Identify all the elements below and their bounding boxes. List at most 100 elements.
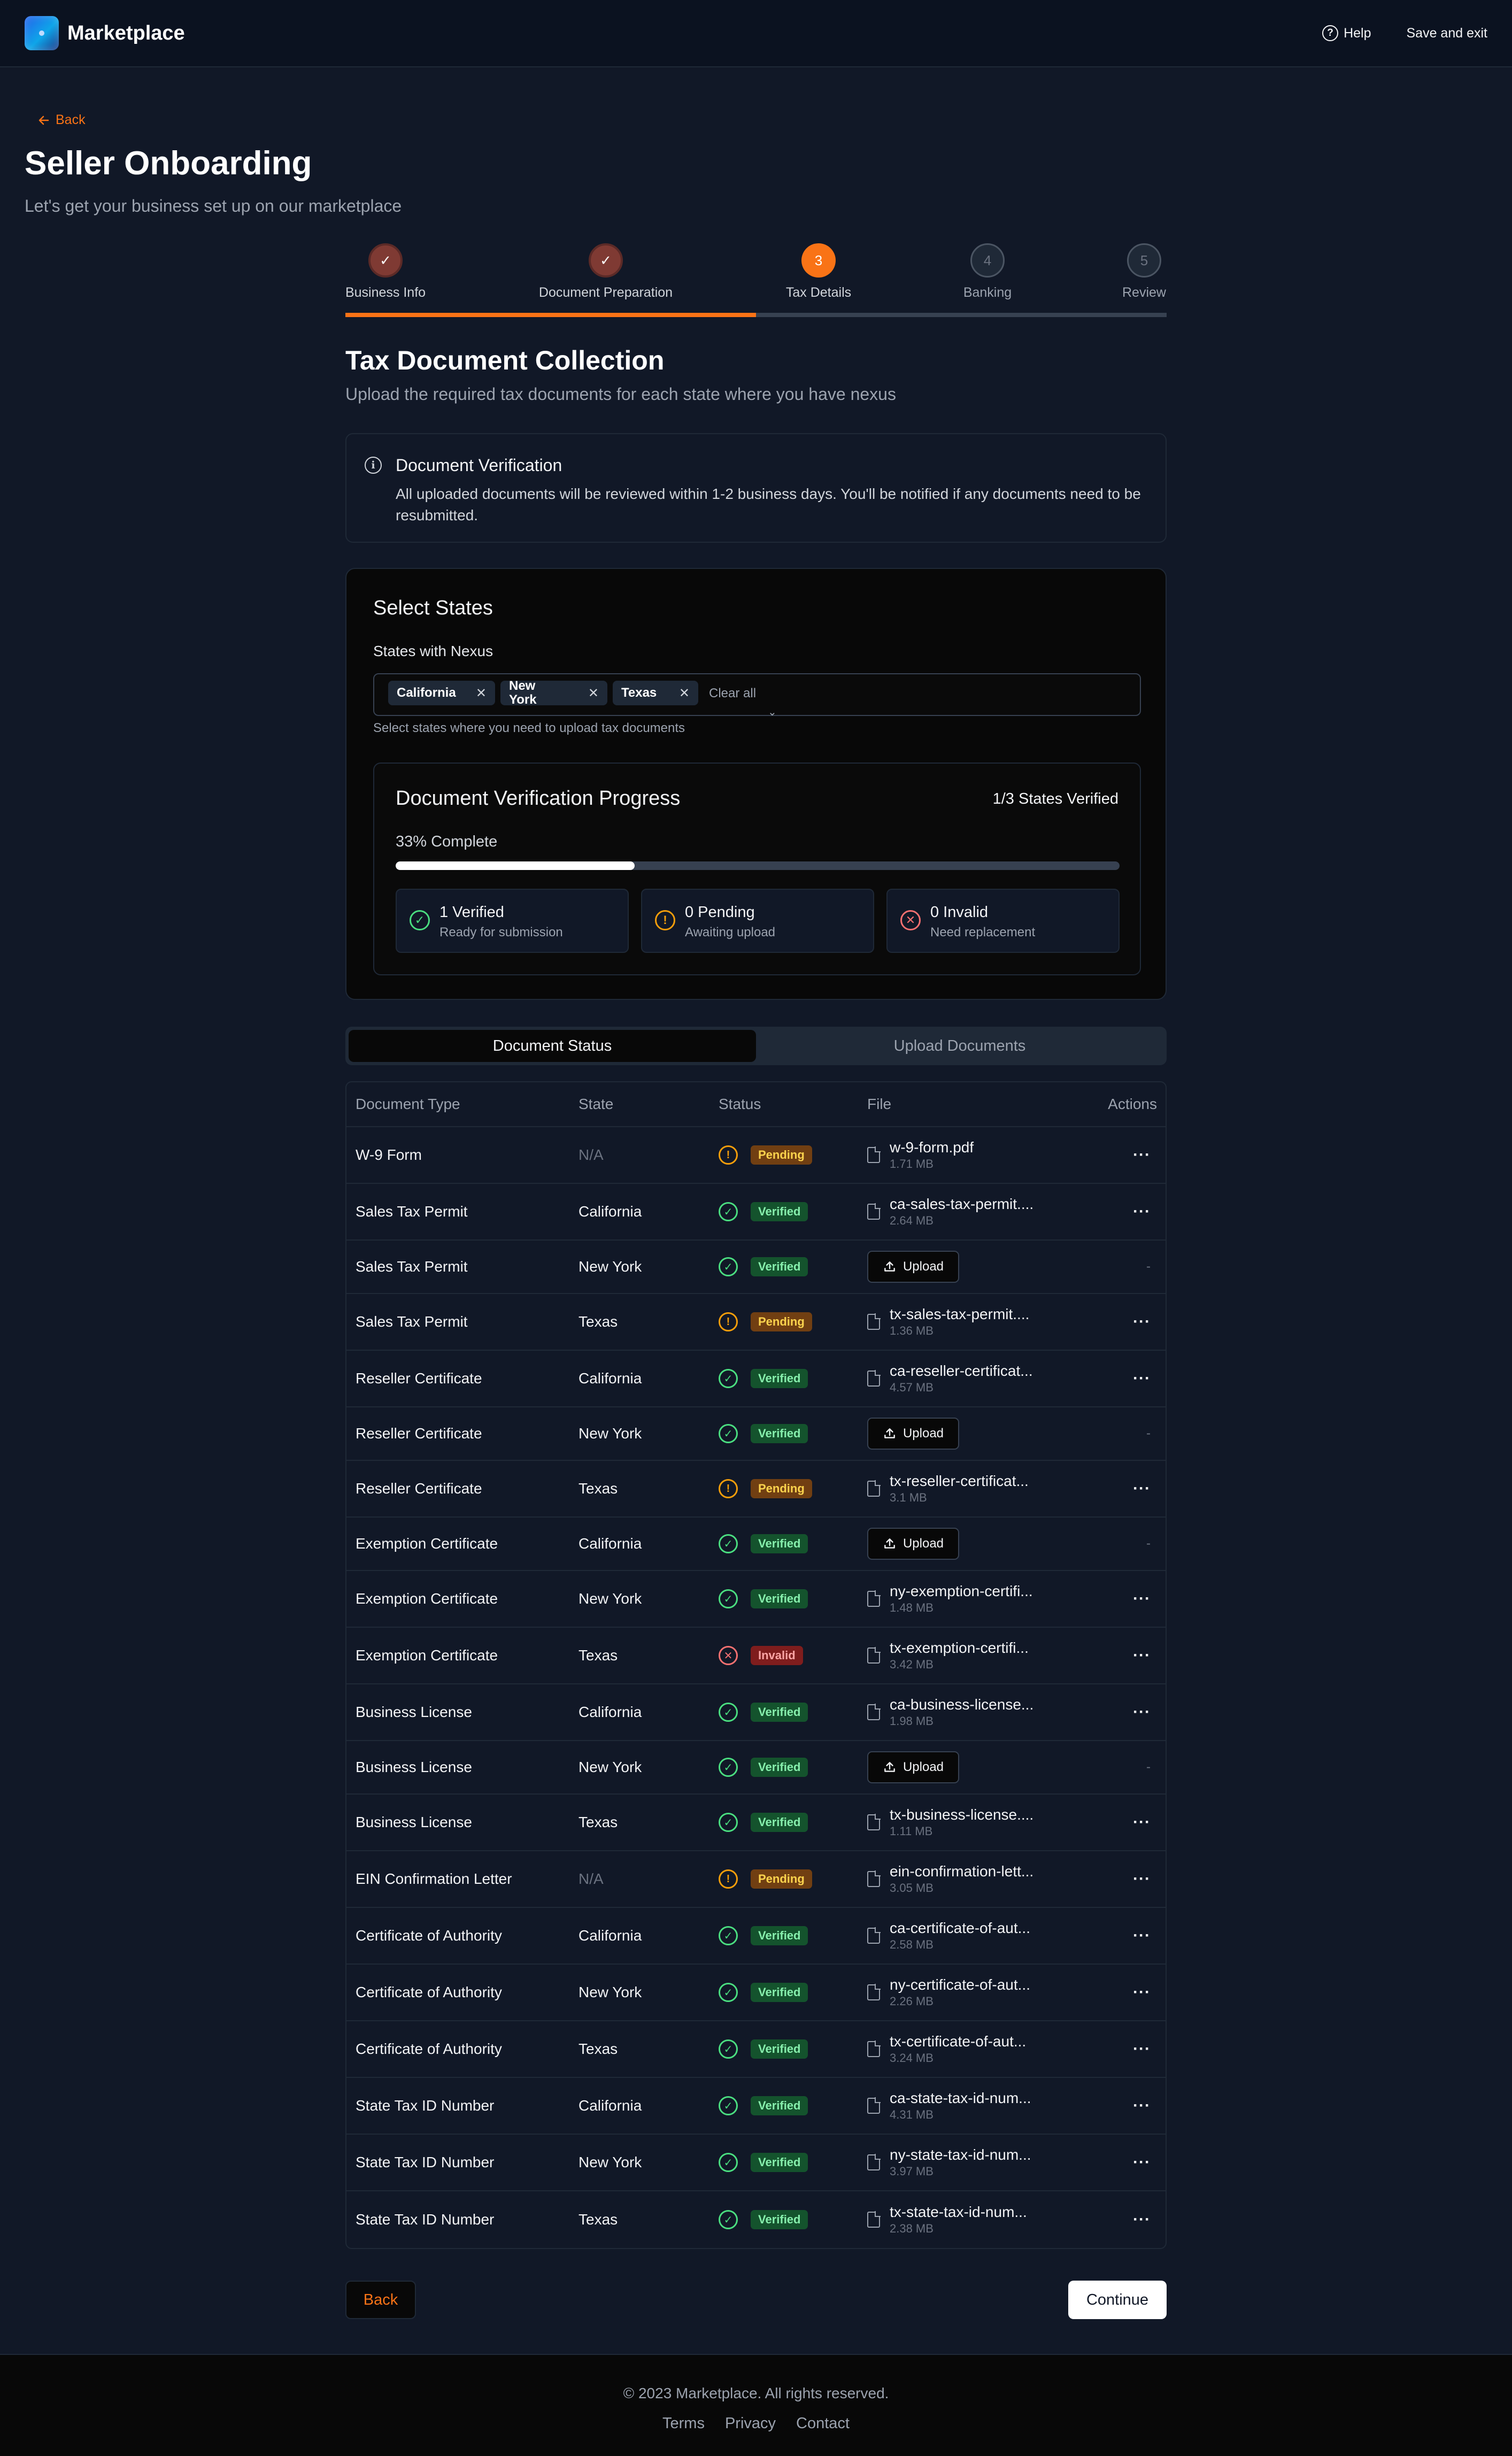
- more-actions-icon[interactable]: ···: [1133, 1927, 1151, 1945]
- check-circle-icon: ✓: [719, 1257, 738, 1276]
- state-cell: New York: [578, 1258, 642, 1275]
- state-chip[interactable]: New York ✕: [500, 679, 607, 707]
- check-circle-icon: ✓: [719, 1983, 738, 2002]
- logo-icon: [25, 16, 59, 50]
- document-type-cell: Sales Tax Permit: [356, 1258, 468, 1275]
- more-actions-icon[interactable]: ···: [1133, 1813, 1151, 1831]
- file-cell: ca-reseller-certificat... 4.57 MB: [867, 1362, 1033, 1395]
- step-business-info[interactable]: ✓ Business Info: [289, 243, 482, 301]
- states-field-label: States with Nexus: [373, 643, 493, 659]
- check-circle-icon: ✓: [719, 2210, 738, 2229]
- file-name[interactable]: ca-reseller-certificat...: [890, 1362, 1033, 1380]
- status-cell: ✓ Verified: [719, 1703, 808, 1722]
- step-label: Tax Details: [785, 285, 852, 300]
- document-type-cell: Certificate of Authority: [356, 2041, 502, 2057]
- file-name[interactable]: ca-certificate-of-aut...: [890, 1920, 1030, 1937]
- more-actions-icon[interactable]: ···: [1133, 1703, 1151, 1721]
- tab-document-status[interactable]: Document Status: [349, 1030, 756, 1062]
- file-name[interactable]: tx-business-license....: [890, 1806, 1033, 1823]
- file-name[interactable]: tx-certificate-of-aut...: [890, 2033, 1026, 2050]
- upload-label: Upload: [902, 1426, 944, 1441]
- document-type-cell: Reseller Certificate: [356, 1425, 482, 1442]
- onboarding-stepper: ✓ Business Info ✓ Document Preparation 3…: [345, 243, 1167, 318]
- document-type-cell: State Tax ID Number: [356, 2211, 495, 2228]
- chevron-down-icon[interactable]: ⌄: [768, 705, 777, 719]
- upload-button[interactable]: Upload: [867, 1751, 959, 1783]
- step-tax-details[interactable]: 3 Tax Details: [722, 243, 915, 301]
- help-button[interactable]: ? Help: [1322, 25, 1371, 41]
- document-tabs: Document Status Upload Documents: [345, 1027, 1167, 1065]
- documents-table: Document Type State Status File Actions …: [345, 1081, 1167, 2249]
- remove-chip-icon[interactable]: ✕: [476, 686, 487, 701]
- table-row: Sales Tax Permit New York ✓ Verified Upload -: [346, 1241, 1166, 1294]
- status-badge: Verified: [751, 1758, 808, 1777]
- save-and-exit-button[interactable]: Save and exit: [1407, 26, 1488, 41]
- remove-chip-icon[interactable]: ✕: [679, 686, 690, 701]
- state-cell: California: [578, 1203, 642, 1220]
- clear-all-button[interactable]: Clear all: [709, 686, 756, 701]
- more-actions-icon[interactable]: ···: [1133, 1646, 1151, 1665]
- file-icon: [867, 2097, 881, 2114]
- more-actions-icon[interactable]: ···: [1133, 1146, 1151, 1164]
- more-actions-icon[interactable]: ···: [1133, 2153, 1151, 2172]
- file-icon: [867, 1870, 881, 1887]
- file-name[interactable]: ca-sales-tax-permit....: [890, 1196, 1033, 1213]
- state-chip[interactable]: Texas ✕: [613, 681, 698, 705]
- step-review[interactable]: 5 Review: [1048, 243, 1240, 301]
- back-link[interactable]: Back: [37, 112, 86, 128]
- more-actions-icon[interactable]: ···: [1133, 2040, 1151, 2058]
- file-name[interactable]: tx-state-tax-id-num...: [890, 2204, 1027, 2221]
- upload-button[interactable]: Upload: [867, 1528, 959, 1560]
- file-name[interactable]: tx-exemption-certifi...: [890, 1639, 1029, 1657]
- file-name[interactable]: ny-exemption-certifi...: [890, 1583, 1033, 1600]
- state-chip[interactable]: California ✕: [388, 681, 495, 705]
- file-name[interactable]: w-9-form.pdf: [890, 1139, 974, 1156]
- file-name[interactable]: ny-state-tax-id-num...: [890, 2146, 1031, 2164]
- upload-icon: [884, 1762, 895, 1772]
- more-actions-icon[interactable]: ···: [1133, 1480, 1151, 1498]
- file-name[interactable]: ca-state-tax-id-num...: [890, 2090, 1031, 2107]
- upload-button[interactable]: Upload: [867, 1251, 959, 1283]
- more-actions-icon[interactable]: ···: [1133, 1590, 1151, 1608]
- step-label: Document Preparation: [538, 285, 673, 300]
- state-cell: Texas: [578, 1480, 618, 1497]
- document-type-cell: Exemption Certificate: [356, 1535, 498, 1552]
- states-multiselect[interactable]: California ✕ New York ✕ Texas ✕ Clear al…: [373, 673, 1141, 719]
- more-actions-icon[interactable]: ···: [1133, 1983, 1151, 2001]
- status-cell: ✓ Verified: [719, 1983, 808, 2002]
- back-button[interactable]: Back: [345, 2281, 416, 2319]
- file-name[interactable]: tx-reseller-certificat...: [890, 1473, 1029, 1490]
- tab-upload-documents[interactable]: Upload Documents: [756, 1030, 1163, 1062]
- footer-link-terms[interactable]: Terms: [662, 2415, 705, 2432]
- column-header-document-type: Document Type: [356, 1096, 460, 1112]
- help-icon: ?: [1322, 25, 1339, 41]
- check-circle-icon: ✓: [719, 2096, 738, 2115]
- status-cell: ✓ Verified: [719, 1424, 808, 1443]
- file-name[interactable]: ca-business-license...: [890, 1696, 1033, 1713]
- more-actions-icon[interactable]: ···: [1133, 2097, 1151, 2115]
- footer-link-contact[interactable]: Contact: [796, 2415, 850, 2432]
- file-name[interactable]: tx-sales-tax-permit....: [890, 1306, 1029, 1323]
- more-actions-icon[interactable]: ···: [1133, 1369, 1151, 1388]
- upload-icon: [884, 1428, 895, 1438]
- more-actions-icon[interactable]: ···: [1133, 2211, 1151, 2229]
- file-name[interactable]: ein-confirmation-lett...: [890, 1863, 1033, 1880]
- check-circle-icon: ✓: [719, 1703, 738, 1722]
- more-actions-icon[interactable]: ···: [1133, 1203, 1151, 1221]
- file-name[interactable]: ny-certificate-of-aut...: [890, 1976, 1030, 1993]
- upload-button[interactable]: Upload: [867, 1418, 959, 1450]
- remove-chip-icon[interactable]: ✕: [588, 686, 599, 701]
- step-document-preparation[interactable]: ✓ Document Preparation: [510, 243, 702, 301]
- state-cell: Texas: [578, 1313, 618, 1330]
- continue-button[interactable]: Continue: [1068, 2281, 1167, 2319]
- status-cell: ✓ Verified: [719, 1926, 808, 1945]
- page-title: Seller Onboarding: [25, 145, 312, 182]
- more-actions-icon[interactable]: ···: [1133, 1313, 1151, 1331]
- document-type-cell: Sales Tax Permit: [356, 1313, 468, 1330]
- file-cell: tx-state-tax-id-num... 2.38 MB: [867, 2204, 1027, 2236]
- more-actions-icon[interactable]: ···: [1133, 1870, 1151, 1888]
- footer-link-privacy[interactable]: Privacy: [725, 2415, 776, 2432]
- document-type-cell: Certificate of Authority: [356, 1927, 502, 1944]
- no-actions-placeholder: -: [1146, 1259, 1151, 1274]
- stat-caption: Awaiting upload: [685, 925, 776, 940]
